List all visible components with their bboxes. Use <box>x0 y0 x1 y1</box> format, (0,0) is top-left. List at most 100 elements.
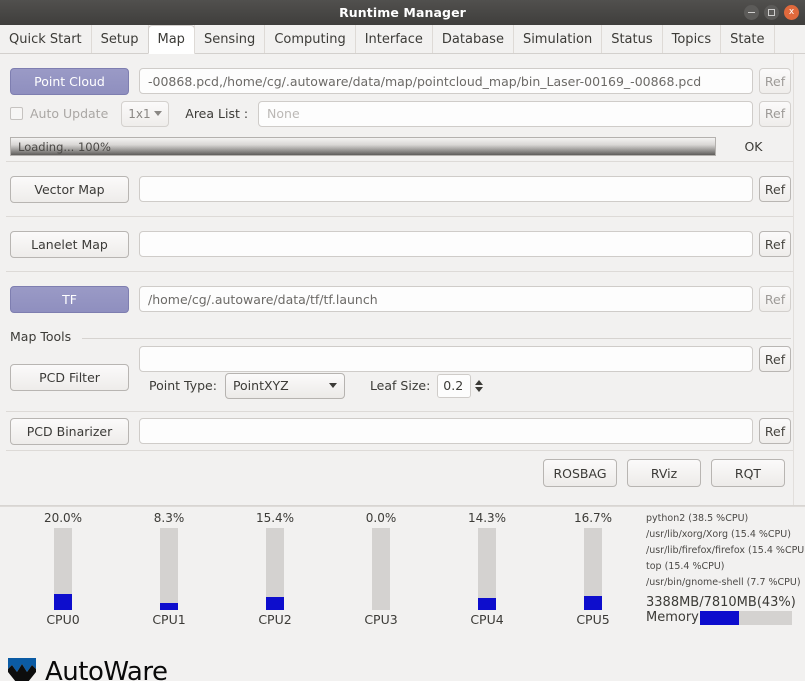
grid-size-value: 1x1 <box>128 106 151 121</box>
lanelet-map-path-input[interactable] <box>139 231 753 257</box>
rviz-button[interactable]: RViz <box>627 459 701 487</box>
process-item: top (15.4 %CPU) <box>646 561 725 572</box>
area-list-input[interactable]: None <box>258 100 753 127</box>
pcd-binarizer-button[interactable]: PCD Binarizer <box>10 417 129 445</box>
cpu-label: CPU5 <box>576 612 610 627</box>
point-cloud-ref-button[interactable]: Ref <box>759 68 791 94</box>
loading-progress-bar: Loading... 100% <box>10 137 716 156</box>
cpu-percent: 15.4% <box>255 511 295 525</box>
area-list-ref-button[interactable]: Ref <box>759 100 791 127</box>
minimize-icon[interactable] <box>744 5 759 20</box>
tab-status[interactable]: Status <box>601 25 663 53</box>
cpu-label: CPU0 <box>46 612 80 627</box>
cpu-bar <box>160 528 178 610</box>
point-cloud-button[interactable]: Point Cloud <box>10 67 129 95</box>
tf-ref-button[interactable]: Ref <box>759 286 791 312</box>
point-type-value: PointXYZ <box>232 378 289 393</box>
tab-quick-start[interactable]: Quick Start <box>0 25 92 53</box>
vector-map-ref-button[interactable]: Ref <box>759 176 791 202</box>
cpu-percent: 16.7% <box>573 511 613 525</box>
loading-progress-row: Loading... 100% OK <box>0 132 805 161</box>
process-item: python2 (38.5 %CPU) <box>646 513 749 524</box>
tab-simulation[interactable]: Simulation <box>512 25 603 53</box>
tab-bar: Quick Start Setup Map Sensing Computing … <box>0 25 805 54</box>
point-type-select[interactable]: PointXYZ <box>224 372 345 399</box>
cpu-gauge: 16.7% CPU5 <box>540 511 646 656</box>
cpu-percent: 0.0% <box>365 511 397 525</box>
auto-update-checkbox[interactable] <box>10 107 23 120</box>
map-tools-group: Map Tools <box>10 329 791 344</box>
tab-interface[interactable]: Interface <box>354 25 433 53</box>
cpu-bar <box>372 528 390 610</box>
pcd-binarizer-row: PCD Binarizer Ref <box>0 412 805 450</box>
vector-map-row: Vector Map Ref <box>0 162 805 216</box>
tab-sensing[interactable]: Sensing <box>193 25 266 53</box>
cpu-bar-fill <box>266 597 284 610</box>
cpu-label: CPU4 <box>470 612 504 627</box>
tab-map[interactable]: Map <box>147 25 195 54</box>
tab-state[interactable]: State <box>720 25 775 53</box>
cpu-bar-fill <box>160 603 178 610</box>
rosbag-button[interactable]: ROSBAG <box>543 459 617 487</box>
pcd-filter-options-row: PCD Filter Point Type: PointXYZ Leaf Siz… <box>0 364 805 403</box>
cpu-bar-fill <box>54 593 72 610</box>
lanelet-map-ref-button[interactable]: Ref <box>759 231 791 257</box>
tf-button[interactable]: TF <box>10 285 129 313</box>
cpu-percent: 14.3% <box>467 511 507 525</box>
rqt-button[interactable]: RQT <box>711 459 785 487</box>
tf-path-input[interactable]: /home/cg/.autoware/data/tf/tf.launch <box>139 286 753 312</box>
cpu-gauges: 20.0% CPU0 8.3% CPU1 15.4% CPU2 0.0% CPU… <box>0 507 646 656</box>
cpu-percent: 8.3% <box>153 511 185 525</box>
grid-size-select[interactable]: 1x1 <box>121 100 170 127</box>
cpu-gauge: 20.0% CPU0 <box>10 511 116 656</box>
auto-update-row: Auto Update 1x1 Area List : None Ref <box>0 95 805 132</box>
lanelet-map-row: Lanelet Map Ref <box>0 217 805 271</box>
stepper-down-icon[interactable] <box>475 386 484 392</box>
memory-total: 3388MB/7810MB(43%) <box>646 595 796 610</box>
process-item: /usr/lib/firefox/firefox (15.4 %CPU) <box>646 545 805 556</box>
vector-map-path-input[interactable] <box>139 176 753 202</box>
memory-bar-fill <box>699 610 740 625</box>
cpu-bar <box>478 528 496 610</box>
loading-status: OK <box>744 139 763 154</box>
vector-map-button[interactable]: Vector Map <box>10 175 129 203</box>
window-controls: x <box>744 0 799 25</box>
pcd-binarizer-ref-button[interactable]: Ref <box>759 418 791 444</box>
stepper-up-icon[interactable] <box>475 379 484 385</box>
map-panel: Point Cloud -00868.pcd,/home/cg/.autowar… <box>0 54 805 506</box>
leaf-size-stepper[interactable] <box>475 379 484 392</box>
memory-bar <box>699 610 792 625</box>
autoware-logo-text: AutoWare <box>45 657 168 681</box>
divider <box>6 450 799 451</box>
process-list: python2 (38.5 %CPU) /usr/lib/xorg/Xorg (… <box>646 507 805 656</box>
tab-database[interactable]: Database <box>431 25 514 53</box>
tf-row: TF /home/cg/.autoware/data/tf/tf.launch … <box>0 272 805 326</box>
point-cloud-path-input[interactable]: -00868.pcd,/home/cg/.autoware/data/map/p… <box>139 68 753 94</box>
process-item: /usr/lib/xorg/Xorg (15.4 %CPU) <box>646 529 791 540</box>
chevron-down-icon <box>328 383 337 388</box>
pcd-binarizer-path-input[interactable] <box>139 418 753 444</box>
maximize-icon[interactable] <box>764 5 779 20</box>
cpu-label: CPU3 <box>364 612 398 627</box>
chevron-down-icon <box>154 111 163 116</box>
cpu-bar-fill <box>584 596 602 610</box>
close-icon[interactable]: x <box>784 5 799 20</box>
cpu-bar <box>266 528 284 610</box>
leaf-size-input[interactable]: 0.2 <box>437 373 472 398</box>
pcd-filter-button[interactable]: PCD Filter <box>10 364 129 391</box>
point-type-label: Point Type: <box>149 378 217 393</box>
process-item: /usr/bin/gnome-shell (7.7 %CPU) <box>646 577 801 588</box>
action-buttons: ROSBAG RViz RQT <box>0 459 805 487</box>
cpu-gauge: 8.3% CPU1 <box>116 511 222 656</box>
resource-monitor: 20.0% CPU0 8.3% CPU1 15.4% CPU2 0.0% CPU… <box>0 506 805 656</box>
tab-setup[interactable]: Setup <box>90 25 149 53</box>
cpu-gauge: 15.4% CPU2 <box>222 511 328 656</box>
cpu-label: CPU2 <box>258 612 292 627</box>
tab-computing[interactable]: Computing <box>264 25 356 53</box>
tab-topics[interactable]: Topics <box>661 25 722 53</box>
leaf-size-label: Leaf Size: <box>369 378 431 393</box>
lanelet-map-button[interactable]: Lanelet Map <box>10 230 129 258</box>
cpu-label: CPU1 <box>152 612 186 627</box>
memory-row: Memory <box>646 610 805 625</box>
cpu-bar-fill <box>478 598 496 610</box>
